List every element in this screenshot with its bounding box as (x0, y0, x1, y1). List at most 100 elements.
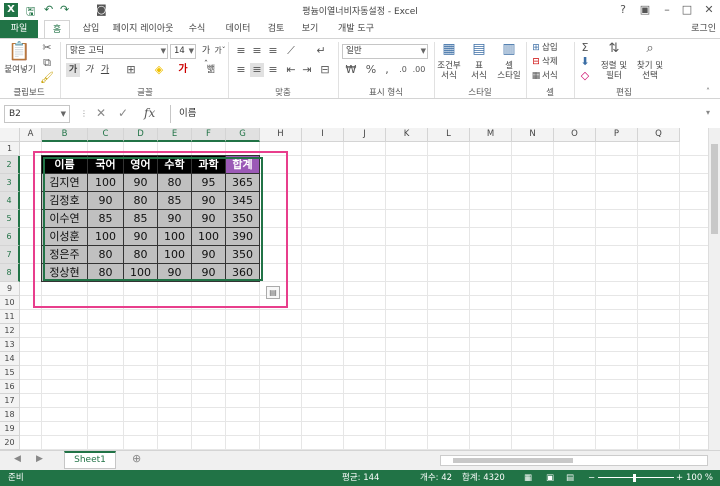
column-header-d[interactable]: D (124, 128, 158, 142)
align-middle-icon[interactable]: ≡ (250, 44, 264, 58)
quick-analysis-icon[interactable]: ▤ (266, 286, 280, 299)
tab-home[interactable]: 홈 (44, 20, 70, 40)
worksheet-grid[interactable]: ABCDEFGHIJKLMNOPQ 1 2 3 4 5 6 7 8 9 10 11 12 13 14 15 1… (0, 128, 720, 450)
format-painter-icon[interactable]: 🖌 (40, 71, 54, 85)
delete-cells-button[interactable]: 삭제 (542, 57, 564, 67)
row-header-16[interactable]: 16 (0, 380, 20, 394)
border-icon[interactable]: ⊞ (124, 63, 138, 77)
fill-color-icon[interactable]: ◈ (152, 63, 166, 77)
number-format-combo[interactable]: 일반 ▼ (342, 44, 428, 59)
scroll-thumb[interactable] (711, 144, 718, 234)
ribbon-display-icon[interactable]: ▣ (634, 2, 656, 18)
zoom-slider-thumb[interactable] (633, 474, 636, 482)
zoom-out-icon[interactable]: − (588, 470, 595, 486)
expand-formula-bar-icon[interactable]: ▾ (706, 108, 710, 117)
name-box[interactable]: B2 ▼ (4, 105, 70, 123)
column-header-f[interactable]: F (192, 128, 226, 142)
decrease-indent-icon[interactable]: ⇤ (284, 63, 298, 77)
font-name-combo[interactable]: 맑은 고딕 ▼ (66, 44, 168, 59)
align-left-icon[interactable]: ≡ (234, 63, 248, 77)
tab-view[interactable]: 보기 (296, 20, 324, 39)
align-bottom-icon[interactable]: ≡ (266, 44, 280, 58)
column-header-m[interactable]: M (470, 128, 512, 142)
row-header-4[interactable]: 4 (0, 192, 20, 210)
conditional-formatting-icon[interactable]: ▦ (440, 42, 458, 56)
italic-button[interactable]: 가 (82, 63, 96, 77)
column-header-g[interactable]: G (226, 128, 260, 142)
insert-cells-icon[interactable]: ⊞ (530, 41, 542, 55)
add-sheet-icon[interactable]: ⊕ (132, 452, 141, 465)
help-icon[interactable]: ? (612, 2, 634, 18)
row-header-11[interactable]: 11 (0, 310, 20, 324)
column-header-c[interactable]: C (88, 128, 124, 142)
underline-button[interactable]: 가 (98, 63, 112, 77)
formula-input[interactable]: 이름 (170, 105, 708, 123)
row-header-19[interactable]: 19 (0, 422, 20, 436)
row-header-17[interactable]: 17 (0, 394, 20, 408)
zoom-slider[interactable] (598, 477, 674, 478)
zoom-in-icon[interactable]: + (676, 470, 683, 486)
wrap-text-icon[interactable]: ↵ (314, 44, 328, 58)
cut-icon[interactable]: ✂ (40, 41, 54, 55)
merge-center-icon[interactable]: ⊟ (318, 63, 332, 77)
normal-view-icon[interactable]: ▦ (524, 470, 532, 486)
row-header-12[interactable]: 12 (0, 324, 20, 338)
paste-icon[interactable]: 📋 (8, 43, 30, 61)
font-color-icon[interactable]: 가 (176, 63, 190, 77)
orientation-icon[interactable]: ⟋ (284, 44, 298, 58)
row-header-7[interactable]: 7 (0, 246, 20, 264)
sort-filter-button[interactable]: 정렬 및 필터 (596, 61, 632, 81)
column-header-a[interactable]: A (20, 128, 42, 142)
column-header-e[interactable]: E (158, 128, 192, 142)
page-break-view-icon[interactable]: ▤ (566, 470, 574, 486)
row-header-3[interactable]: 3 (0, 174, 20, 192)
find-select-icon[interactable]: ⌕ (640, 42, 660, 56)
column-header-b[interactable]: B (42, 128, 88, 142)
row-header-8[interactable]: 8 (0, 264, 20, 282)
column-header-k[interactable]: K (386, 128, 428, 142)
column-header-i[interactable]: I (302, 128, 344, 142)
row-header-15[interactable]: 15 (0, 366, 20, 380)
increase-decimal-icon[interactable]: .0 (396, 63, 410, 77)
maximize-button[interactable]: □ (676, 2, 698, 18)
column-header-j[interactable]: J (344, 128, 386, 142)
font-size-combo[interactable]: 14 ▼ (170, 44, 196, 59)
tab-review[interactable]: 검토 (262, 20, 290, 39)
row-header-9[interactable]: 9 (0, 282, 20, 296)
autosum-icon[interactable]: Σ (578, 41, 592, 55)
row-header-13[interactable]: 13 (0, 338, 20, 352)
row-header-5[interactable]: 5 (0, 210, 20, 228)
column-header-o[interactable]: O (554, 128, 596, 142)
comma-style-icon[interactable]: , (380, 63, 394, 77)
row-header-10[interactable]: 10 (0, 296, 20, 310)
row-header-18[interactable]: 18 (0, 408, 20, 422)
column-header-q[interactable]: Q (638, 128, 680, 142)
cancel-icon[interactable]: ✕ (96, 106, 106, 120)
scroll-thumb[interactable] (453, 458, 573, 463)
column-header-n[interactable]: N (512, 128, 554, 142)
cell-styles-button[interactable]: 셀 스타일 (494, 61, 524, 81)
column-header-h[interactable]: H (260, 128, 302, 142)
enter-icon[interactable]: ✓ (118, 106, 128, 120)
close-button[interactable]: ✕ (698, 2, 720, 18)
format-cells-icon[interactable]: ▦ (530, 69, 542, 83)
collapse-ribbon-icon[interactable]: ˄ (702, 85, 714, 99)
conditional-formatting-button[interactable]: 조건부 서식 (434, 61, 464, 81)
paste-button[interactable]: 붙여넣기 (2, 65, 38, 75)
prev-sheet-icon[interactable]: ◀ (14, 454, 21, 464)
page-layout-view-icon[interactable]: ▣ (546, 470, 554, 486)
percent-style-button[interactable]: % (364, 63, 378, 77)
align-center-icon[interactable]: ≡ (250, 63, 264, 77)
align-right-icon[interactable]: ≡ (266, 63, 280, 77)
column-header-p[interactable]: P (596, 128, 638, 142)
accounting-format-icon[interactable]: ₩ (344, 63, 358, 77)
insert-function-icon[interactable]: fx (144, 106, 155, 120)
increase-indent-icon[interactable]: ⇥ (300, 63, 314, 77)
tab-page-layout[interactable]: 페이지 레이아웃 (110, 20, 176, 39)
minimize-button[interactable]: – (656, 2, 678, 18)
select-all-corner[interactable] (0, 128, 20, 142)
format-as-table-button[interactable]: 표 서식 (464, 61, 494, 81)
cell-styles-icon[interactable]: ▥ (500, 42, 518, 56)
tab-formulas[interactable]: 수식 (182, 20, 212, 39)
row-header-6[interactable]: 6 (0, 228, 20, 246)
